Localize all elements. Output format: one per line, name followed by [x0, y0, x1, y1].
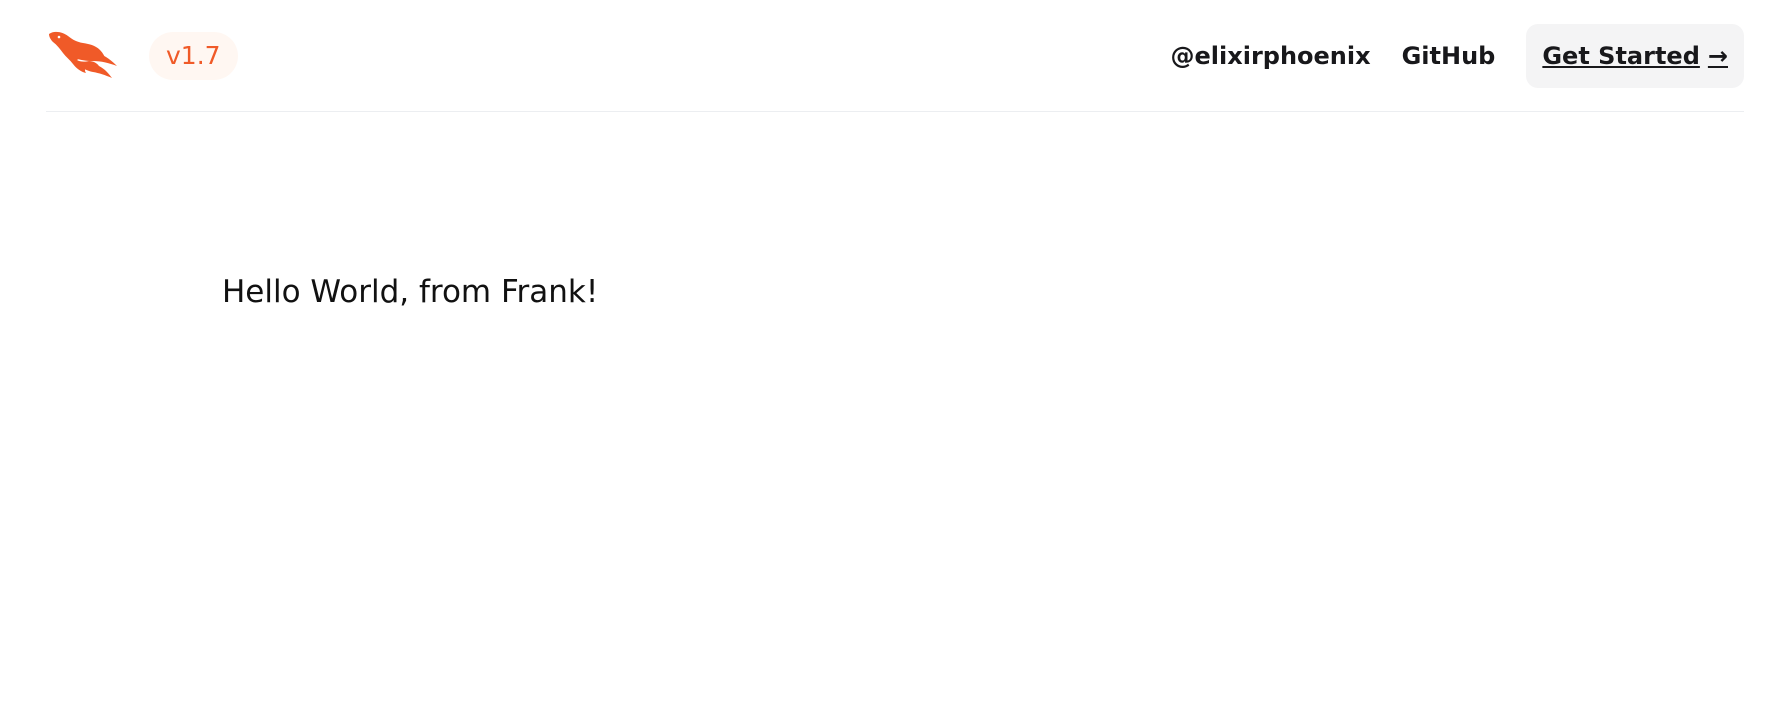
- version-badge: v1.7: [149, 32, 238, 80]
- greeting-text: Hello World, from Frank!: [222, 274, 599, 310]
- site-header: v1.7 @elixirphoenix GitHub Get Started →: [46, 0, 1744, 112]
- phoenix-logo-icon: [49, 31, 117, 78]
- top-navigation: @elixirphoenix GitHub Get Started →: [1171, 24, 1744, 88]
- get-started-label: Get Started: [1542, 42, 1700, 70]
- main-content: Hello World, from Frank!: [222, 274, 598, 311]
- github-link[interactable]: GitHub: [1402, 24, 1496, 88]
- twitter-link[interactable]: @elixirphoenix: [1171, 24, 1371, 88]
- get-started-button[interactable]: Get Started →: [1526, 24, 1744, 88]
- page: v1.7 @elixirphoenix GitHub Get Started →…: [0, 0, 1790, 714]
- arrow-right-icon: →: [1707, 42, 1728, 70]
